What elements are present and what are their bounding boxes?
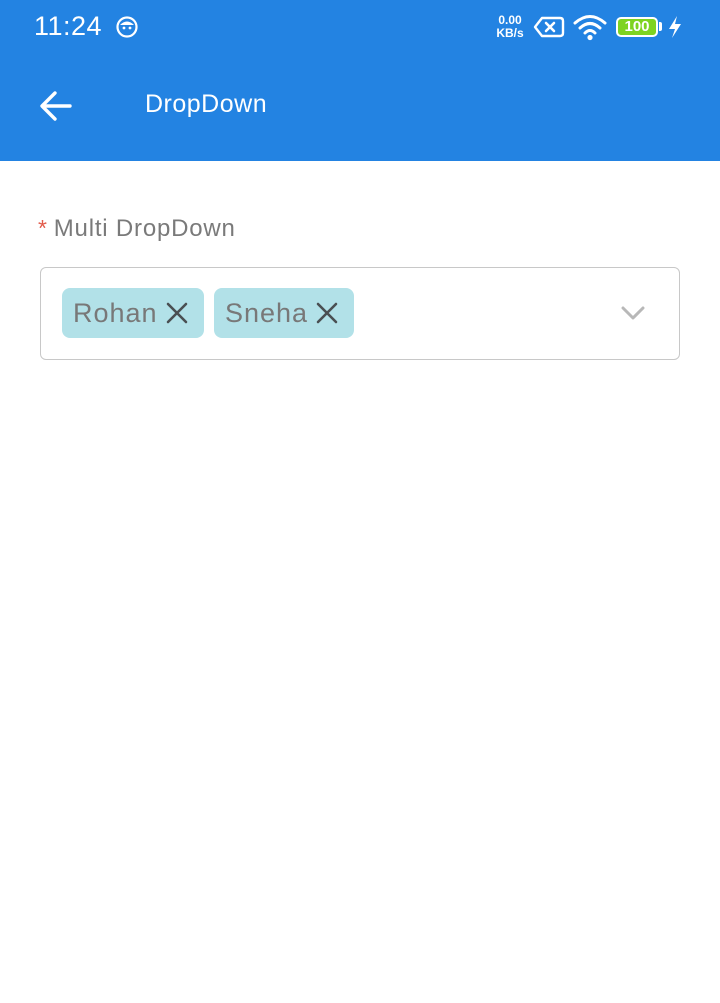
sim-icon [533,16,565,38]
close-icon[interactable] [164,300,190,326]
network-speed: 0.00 KB/s [492,14,528,40]
charging-bolt-icon [669,16,681,38]
network-speed-unit: KB/s [496,26,524,40]
arrow-left-icon [40,91,72,121]
back-button[interactable] [26,76,86,136]
multi-dropdown[interactable]: Rohan Sneha [40,267,680,360]
required-mark: * [38,215,48,241]
battery-tip [659,22,662,31]
chevron-down-icon[interactable] [620,304,646,322]
face-icon [116,16,138,38]
chip-label: Sneha [225,297,309,328]
selected-chip-rohan: Rohan [62,288,204,338]
wifi-icon [573,15,607,41]
battery-icon: 100 [616,17,658,37]
chip-label: Rohan [73,297,158,328]
selected-chip-sneha: Sneha [214,288,355,338]
field-label-text: Multi DropDown [53,215,236,242]
page-title: DropDown [145,90,268,118]
field-label: * Multi DropDown [38,215,236,243]
status-bar: 11:24 0.00 KB/s 100 [0,0,720,56]
app-bar: DropDown [0,56,720,161]
status-time: 11:24 [34,11,103,41]
close-icon[interactable] [314,300,340,326]
